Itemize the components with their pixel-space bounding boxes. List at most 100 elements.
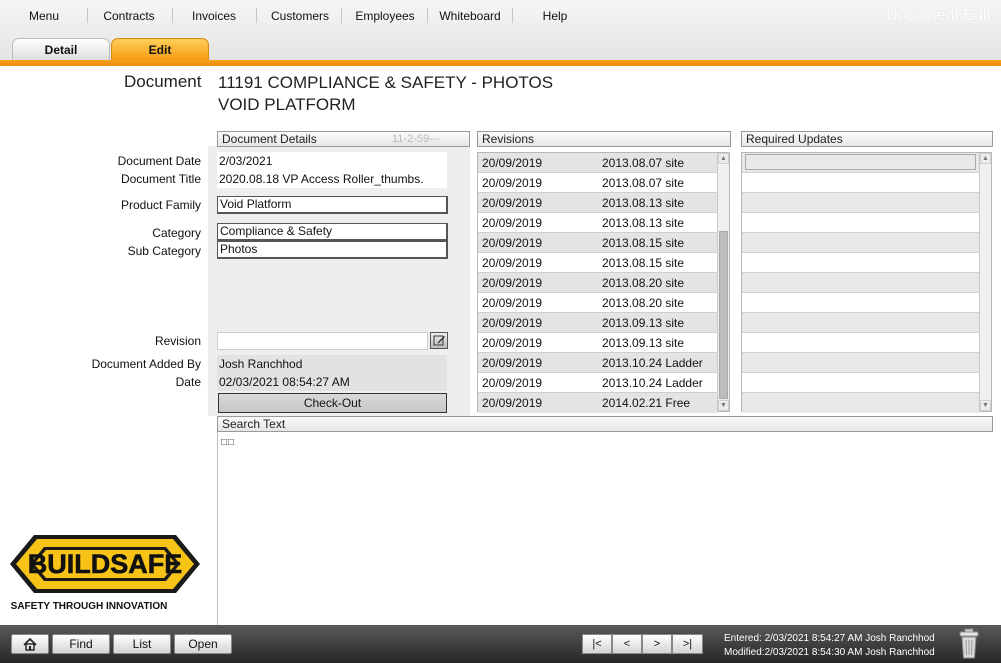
- revision-row[interactable]: 20/09/2019 2013.10.24 Ladder: [478, 373, 718, 393]
- previous-record-button[interactable]: <: [612, 634, 642, 654]
- required-update-row[interactable]: [742, 233, 980, 253]
- top-bar: Menu Contracts Invoices Customers Employ…: [0, 0, 1001, 60]
- last-record-button[interactable]: >|: [672, 634, 703, 654]
- required-updates-list: ▲ ▼: [741, 152, 992, 413]
- edit-pencil-icon: [433, 335, 445, 346]
- revision-name: 2013.08.13 site: [602, 216, 685, 230]
- required-update-row[interactable]: [742, 213, 980, 233]
- required-update-row[interactable]: [742, 193, 980, 213]
- revision-date: 20/09/2019: [482, 196, 543, 210]
- revision-date: 20/09/2019: [482, 316, 543, 330]
- revision-row[interactable]: 20/09/2019 2013.10.24 Ladder: [478, 353, 718, 373]
- revision-date: 20/09/2019: [482, 216, 543, 230]
- category-select[interactable]: Compliance & Safety: [217, 223, 448, 241]
- label-date: Date: [175, 375, 201, 389]
- menu-separator: [341, 8, 342, 23]
- revisions-header: Revisions: [477, 131, 731, 147]
- revision-name: 2013.10.24 Ladder: [602, 376, 703, 390]
- revision-name: 2013.08.07 site: [602, 176, 685, 190]
- revision-row[interactable]: 20/09/2019 2013.08.13 site: [478, 213, 718, 233]
- revision-name: 2013.08.15 site: [602, 236, 685, 250]
- revision-date: 20/09/2019: [482, 276, 543, 290]
- required-update-row[interactable]: [742, 293, 980, 313]
- revision-date: 20/09/2019: [482, 156, 543, 170]
- revision-row[interactable]: 20/09/2019 2014.02.21 Free: [478, 393, 718, 413]
- menu-separator: [512, 8, 513, 23]
- revision-name: 2013.08.07 site: [602, 156, 685, 170]
- revision-date: 20/09/2019: [482, 356, 543, 370]
- menu-item-employees[interactable]: Employees: [346, 8, 424, 24]
- menu-item-whiteboard[interactable]: Whiteboard: [430, 8, 510, 24]
- revision-name: 2013.10.24 Ladder: [602, 356, 703, 370]
- required-update-row[interactable]: [742, 153, 980, 173]
- added-by-value: Josh Ranchhod: [217, 355, 447, 373]
- menu-separator: [427, 8, 428, 23]
- logo-tagline: SAFETY THROUGH INNOVATION: [10, 601, 168, 612]
- scroll-up-arrow-icon[interactable]: ▲: [980, 153, 991, 164]
- revision-row[interactable]: 20/09/2019 2013.08.20 site: [478, 293, 718, 313]
- scrollbar-thumb[interactable]: [719, 231, 728, 399]
- menu-item-customers[interactable]: Customers: [262, 8, 338, 24]
- first-record-button[interactable]: |<: [582, 634, 612, 654]
- revision-row[interactable]: 20/09/2019 2013.08.15 site: [478, 253, 718, 273]
- tab-underline: [0, 60, 1001, 66]
- revision-row[interactable]: 20/09/2019 2013.08.07 site: [478, 153, 718, 173]
- document-id-faint: 11-2-59---: [392, 133, 441, 145]
- menu-item-contracts[interactable]: Contracts: [92, 8, 166, 24]
- menu-item-menu[interactable]: Menu: [18, 8, 70, 24]
- delete-button[interactable]: [958, 628, 980, 660]
- next-record-button[interactable]: >: [642, 634, 672, 654]
- revision-name: 2013.09.13 site: [602, 316, 685, 330]
- menu-item-help[interactable]: Help: [530, 8, 580, 24]
- document-heading-line1: 11191 COMPLIANCE & SAFETY - PHOTOS: [218, 73, 554, 92]
- revision-row[interactable]: 20/09/2019 2013.08.20 site: [478, 273, 718, 293]
- document-heading: 11191 COMPLIANCE & SAFETY - PHOTOS VOID …: [218, 72, 738, 116]
- required-update-row[interactable]: [742, 393, 980, 413]
- check-out-button[interactable]: Check-Out: [218, 393, 447, 413]
- app-title: Document Edit: [886, 7, 991, 24]
- revision-row[interactable]: 20/09/2019 2013.08.07 site: [478, 173, 718, 193]
- revisions-scrollbar[interactable]: ▲ ▼: [717, 153, 729, 411]
- required-update-row[interactable]: [742, 173, 980, 193]
- scroll-up-arrow-icon[interactable]: ▲: [718, 153, 729, 164]
- revision-name: 2013.09.13 site: [602, 336, 685, 350]
- label-document-added-by: Document Added By: [91, 357, 201, 371]
- document-title-field[interactable]: 2020.08.18 VP Access Roller_thumbs.: [217, 170, 447, 188]
- find-button[interactable]: Find: [52, 634, 110, 654]
- required-update-row[interactable]: [742, 333, 980, 353]
- revision-row[interactable]: 20/09/2019 2013.09.13 site: [478, 333, 718, 353]
- added-date-value: 02/03/2021 08:54:27 AM: [217, 373, 447, 391]
- revision-name: 2013.08.20 site: [602, 296, 685, 310]
- menu-item-invoices[interactable]: Invoices: [178, 8, 250, 24]
- revision-edit-button[interactable]: [430, 332, 448, 349]
- home-button[interactable]: [11, 634, 49, 654]
- required-update-input[interactable]: [745, 154, 976, 170]
- revision-row[interactable]: 20/09/2019 2013.08.15 site: [478, 233, 718, 253]
- required-updates-scrollbar[interactable]: ▲ ▼: [979, 153, 991, 411]
- search-text-area[interactable]: [217, 432, 993, 625]
- required-update-row[interactable]: [742, 273, 980, 293]
- revision-date: 20/09/2019: [482, 376, 543, 390]
- scroll-down-arrow-icon[interactable]: ▼: [980, 400, 991, 411]
- document-date-field[interactable]: 2/03/2021: [217, 152, 447, 170]
- required-update-row[interactable]: [742, 313, 980, 333]
- tab-detail[interactable]: Detail: [12, 38, 110, 60]
- scroll-down-arrow-icon[interactable]: ▼: [718, 400, 729, 411]
- revision-row[interactable]: 20/09/2019 2013.08.13 site: [478, 193, 718, 213]
- trash-icon: [959, 628, 979, 659]
- sub-category-select[interactable]: Photos: [217, 241, 448, 259]
- product-family-select[interactable]: Void Platform: [217, 196, 448, 214]
- label-product-family: Product Family: [120, 198, 201, 212]
- label-revision: Revision: [154, 334, 201, 348]
- home-icon: [23, 637, 37, 651]
- open-button[interactable]: Open: [174, 634, 232, 654]
- revision-field[interactable]: [217, 332, 428, 350]
- list-button[interactable]: List: [113, 634, 171, 654]
- revision-row[interactable]: 20/09/2019 2013.09.13 site: [478, 313, 718, 333]
- label-category: Category: [152, 226, 201, 240]
- required-update-row[interactable]: [742, 253, 980, 273]
- tab-edit[interactable]: Edit: [111, 38, 209, 60]
- required-update-row[interactable]: [742, 373, 980, 393]
- revision-date: 20/09/2019: [482, 256, 543, 270]
- required-update-row[interactable]: [742, 353, 980, 373]
